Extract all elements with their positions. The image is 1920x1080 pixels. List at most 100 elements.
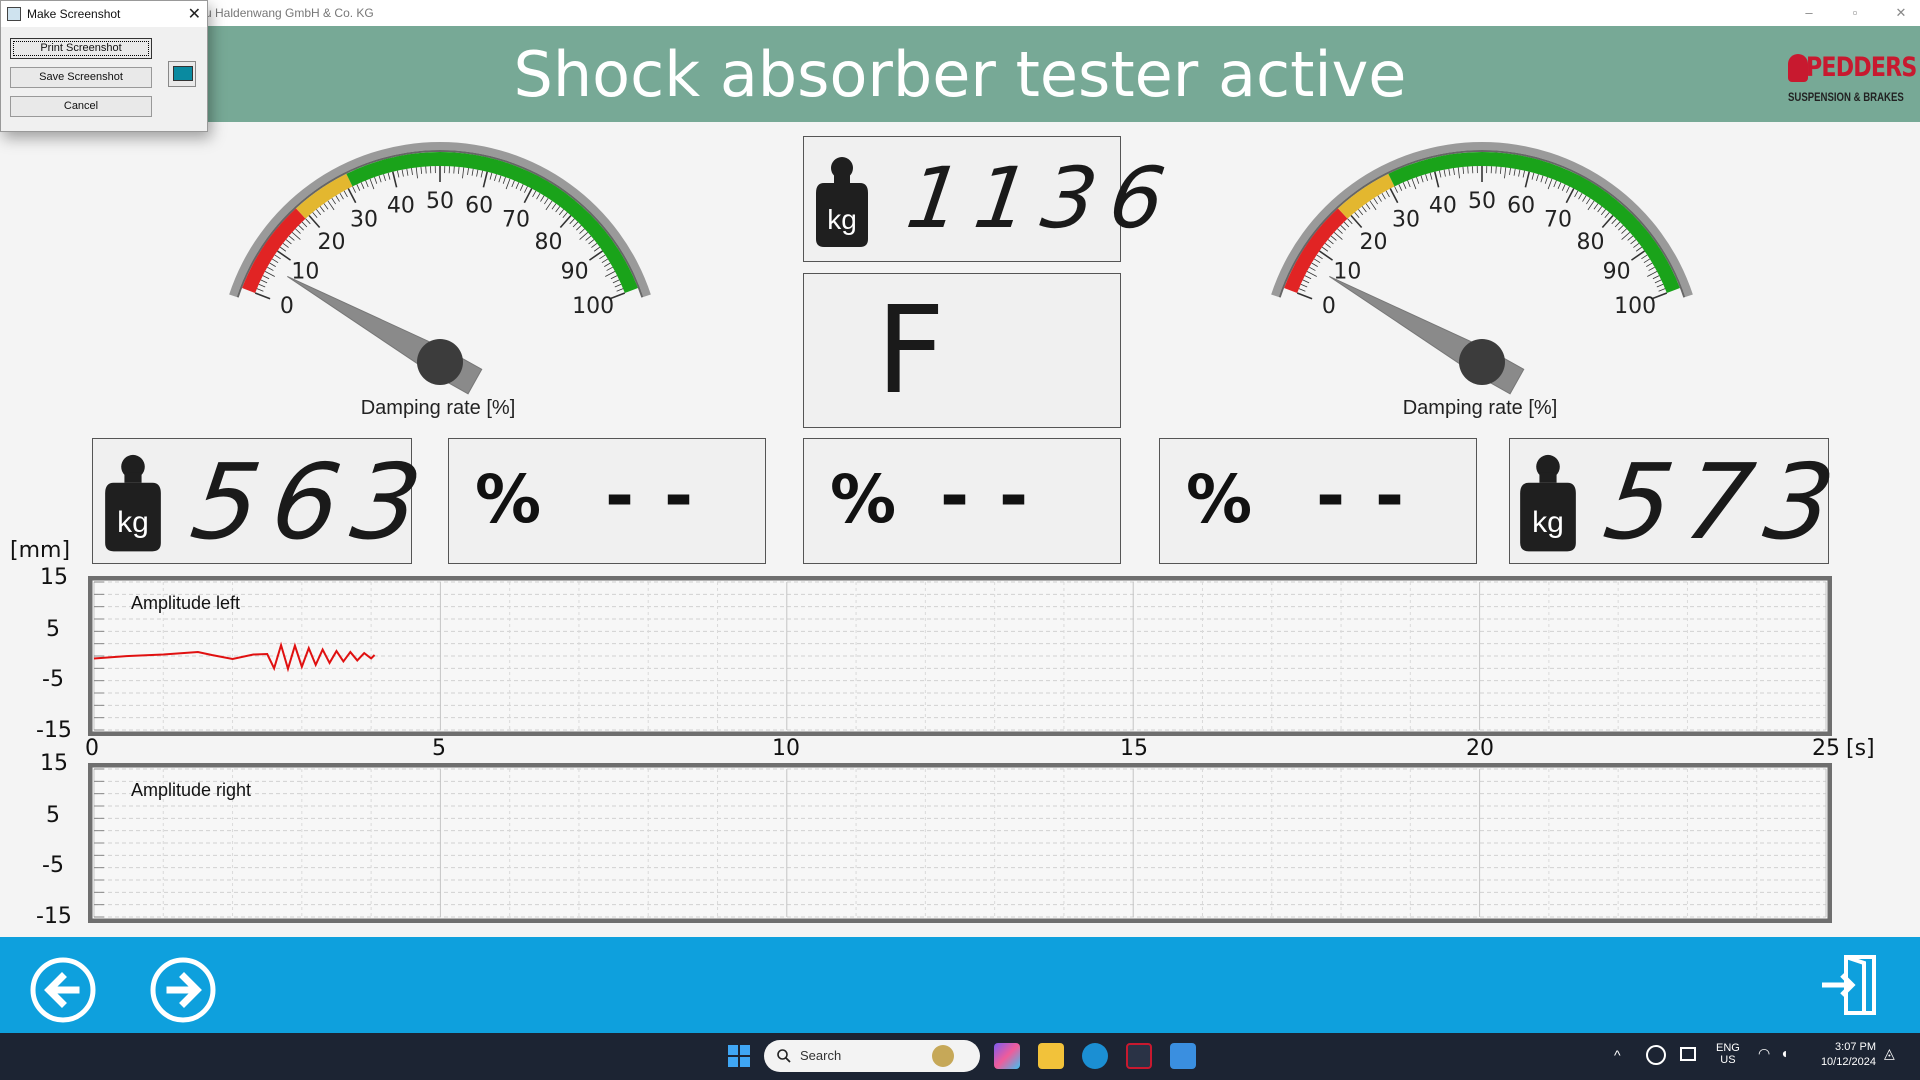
amplitude-left-title: Amplitude left <box>131 593 241 613</box>
snipping-tool-icon[interactable] <box>1170 1043 1196 1069</box>
windows-taskbar: Search ^ ENG US ◠ ◖ 3:07 PM 10/12/2024 ◬ <box>0 1033 1920 1080</box>
wifi-icon[interactable]: ◠ <box>1758 1045 1770 1062</box>
percent-panel-left: % -- <box>448 438 766 564</box>
gauge-left-tick <box>378 175 382 183</box>
y-unit-label: [mm] <box>10 538 71 563</box>
maximize-button[interactable]: ▫ <box>1840 3 1870 23</box>
gauge-left-tick <box>331 197 336 205</box>
gauge-left-tick <box>365 180 369 188</box>
gauge-right-tick <box>1462 166 1465 174</box>
gauge-right-tick <box>1425 174 1428 182</box>
gauge-right-tick <box>1621 228 1627 234</box>
windows-start-icon[interactable] <box>726 1043 752 1069</box>
gauge-right-tick <box>1509 168 1511 176</box>
gauge-right-tick <box>1324 242 1331 248</box>
x-tick-20: 20 <box>1466 736 1494 761</box>
gauge-right-tick <box>1402 182 1407 189</box>
edge-browser-icon[interactable] <box>1082 1043 1108 1069</box>
gauge-left-tick <box>601 258 609 264</box>
percent-right-value: -- <box>1316 455 1435 537</box>
gauge-right-tick <box>1557 182 1562 189</box>
gauge-right-tick <box>1618 225 1624 231</box>
gauge-left-tick <box>288 235 295 241</box>
print-screenshot-button[interactable]: Print Screenshot <box>10 38 152 59</box>
weight-kg-icon: kg <box>105 454 161 552</box>
gauge-right-tick <box>1337 228 1343 234</box>
gauge-right-tick <box>1574 190 1579 198</box>
right-weight-value: 573 <box>1597 441 1856 563</box>
clock[interactable]: 3:07 PM 10/12/2024 <box>1812 1041 1876 1068</box>
gauge-right-tick <box>1643 258 1651 264</box>
save-screenshot-button[interactable]: Save Screenshot <box>10 67 152 88</box>
notifications-bell-icon[interactable]: ◬ <box>1884 1045 1895 1062</box>
gauge-right-tick <box>1443 169 1446 177</box>
gauge-left-tick-label: 70 <box>502 208 530 233</box>
gauge-left-tick <box>515 182 520 189</box>
display-icon[interactable] <box>1680 1047 1696 1061</box>
gauge-left-tick <box>471 168 474 176</box>
gauge-right-tick <box>1385 190 1390 198</box>
close-window-button[interactable]: ✕ <box>1886 3 1916 23</box>
gauge-left-tick <box>498 175 502 183</box>
gauge-right-tick <box>1630 250 1646 261</box>
gauge-right-tick <box>1513 168 1516 176</box>
gauge-left-tick <box>374 177 378 184</box>
gauge-left-tick <box>480 170 483 178</box>
gauge-left-tick <box>269 262 276 267</box>
gauge-right-tick <box>1306 270 1317 277</box>
minimize-button[interactable]: – <box>1794 3 1824 23</box>
gauge-right-tick <box>1416 177 1420 184</box>
total-weight-value: 1136 <box>901 149 1185 247</box>
gauge-right-tick <box>1369 200 1377 211</box>
cancel-button[interactable]: Cancel <box>10 96 152 117</box>
gauge-left-tick <box>532 190 537 198</box>
tray-chevron-icon[interactable]: ^ <box>1614 1047 1621 1063</box>
gauge-left-tick-label: 20 <box>318 230 346 255</box>
clock-date: 10/12/2024 <box>1820 1056 1876 1068</box>
gauge-left-tick <box>254 292 271 300</box>
gauge-left-tick <box>605 270 616 277</box>
percent-panel-middle: % -- <box>803 438 1121 564</box>
y-tick-right-3: -5 <box>42 853 64 878</box>
gauge-right-tick <box>1540 175 1544 183</box>
sync-icon[interactable] <box>1646 1045 1666 1065</box>
back-arrow-icon[interactable] <box>30 957 96 1023</box>
gauge-left-tick <box>267 266 274 271</box>
logo-subtitle: SUSPENSION & BRAKES <box>1788 90 1904 104</box>
monitor-select-button[interactable] <box>168 61 196 87</box>
dialog-close-button[interactable]: ✕ <box>188 4 201 24</box>
gauge-right-tick <box>1561 184 1566 191</box>
gauge-left-tick-label: 80 <box>534 230 562 255</box>
gauge-left-tick <box>295 228 301 234</box>
gauge-right-tick <box>1311 262 1318 267</box>
damping-gauge-right: 010203040 50 60708090100Damping rate [%] <box>1271 142 1693 419</box>
gauge-right-tick <box>1641 254 1648 260</box>
gauge-left-tick <box>551 203 557 210</box>
gauge-left-tick <box>476 169 479 177</box>
kg-label: kg <box>827 204 857 235</box>
gauge-left-tick <box>555 206 561 213</box>
gauge-right-tick <box>1420 175 1424 183</box>
app-header: Shock absorber tester active PEDDERS SUS… <box>0 26 1920 122</box>
gauge-right-tick <box>1467 166 1469 174</box>
gauge-left-tick <box>406 168 409 176</box>
gauge-left-tick <box>305 218 311 225</box>
gauge-left-tick <box>301 221 308 228</box>
gauge-right-tick <box>1601 214 1614 229</box>
copilot-icon[interactable] <box>994 1043 1020 1069</box>
gauge-right-tick <box>1582 195 1587 202</box>
gauge-left-tick <box>511 180 515 188</box>
gauge-left-tick <box>276 250 292 261</box>
volume-icon[interactable]: ◖ <box>1780 1045 1788 1061</box>
total-weight-panel: kg 1136 <box>803 136 1185 262</box>
exit-door-icon[interactable] <box>1818 953 1880 1017</box>
app-tester-icon[interactable] <box>1126 1043 1152 1069</box>
forward-arrow-icon[interactable] <box>150 957 216 1023</box>
file-explorer-icon[interactable] <box>1038 1043 1064 1069</box>
gauge-right-tick <box>1354 212 1360 218</box>
gauge-right-tick <box>1333 231 1343 240</box>
taskbar-search[interactable]: Search <box>764 1040 980 1072</box>
gauge-left-tick <box>457 166 460 174</box>
language-indicator[interactable]: ENG US <box>1716 1042 1740 1066</box>
gauge-right-tick <box>1358 209 1364 216</box>
